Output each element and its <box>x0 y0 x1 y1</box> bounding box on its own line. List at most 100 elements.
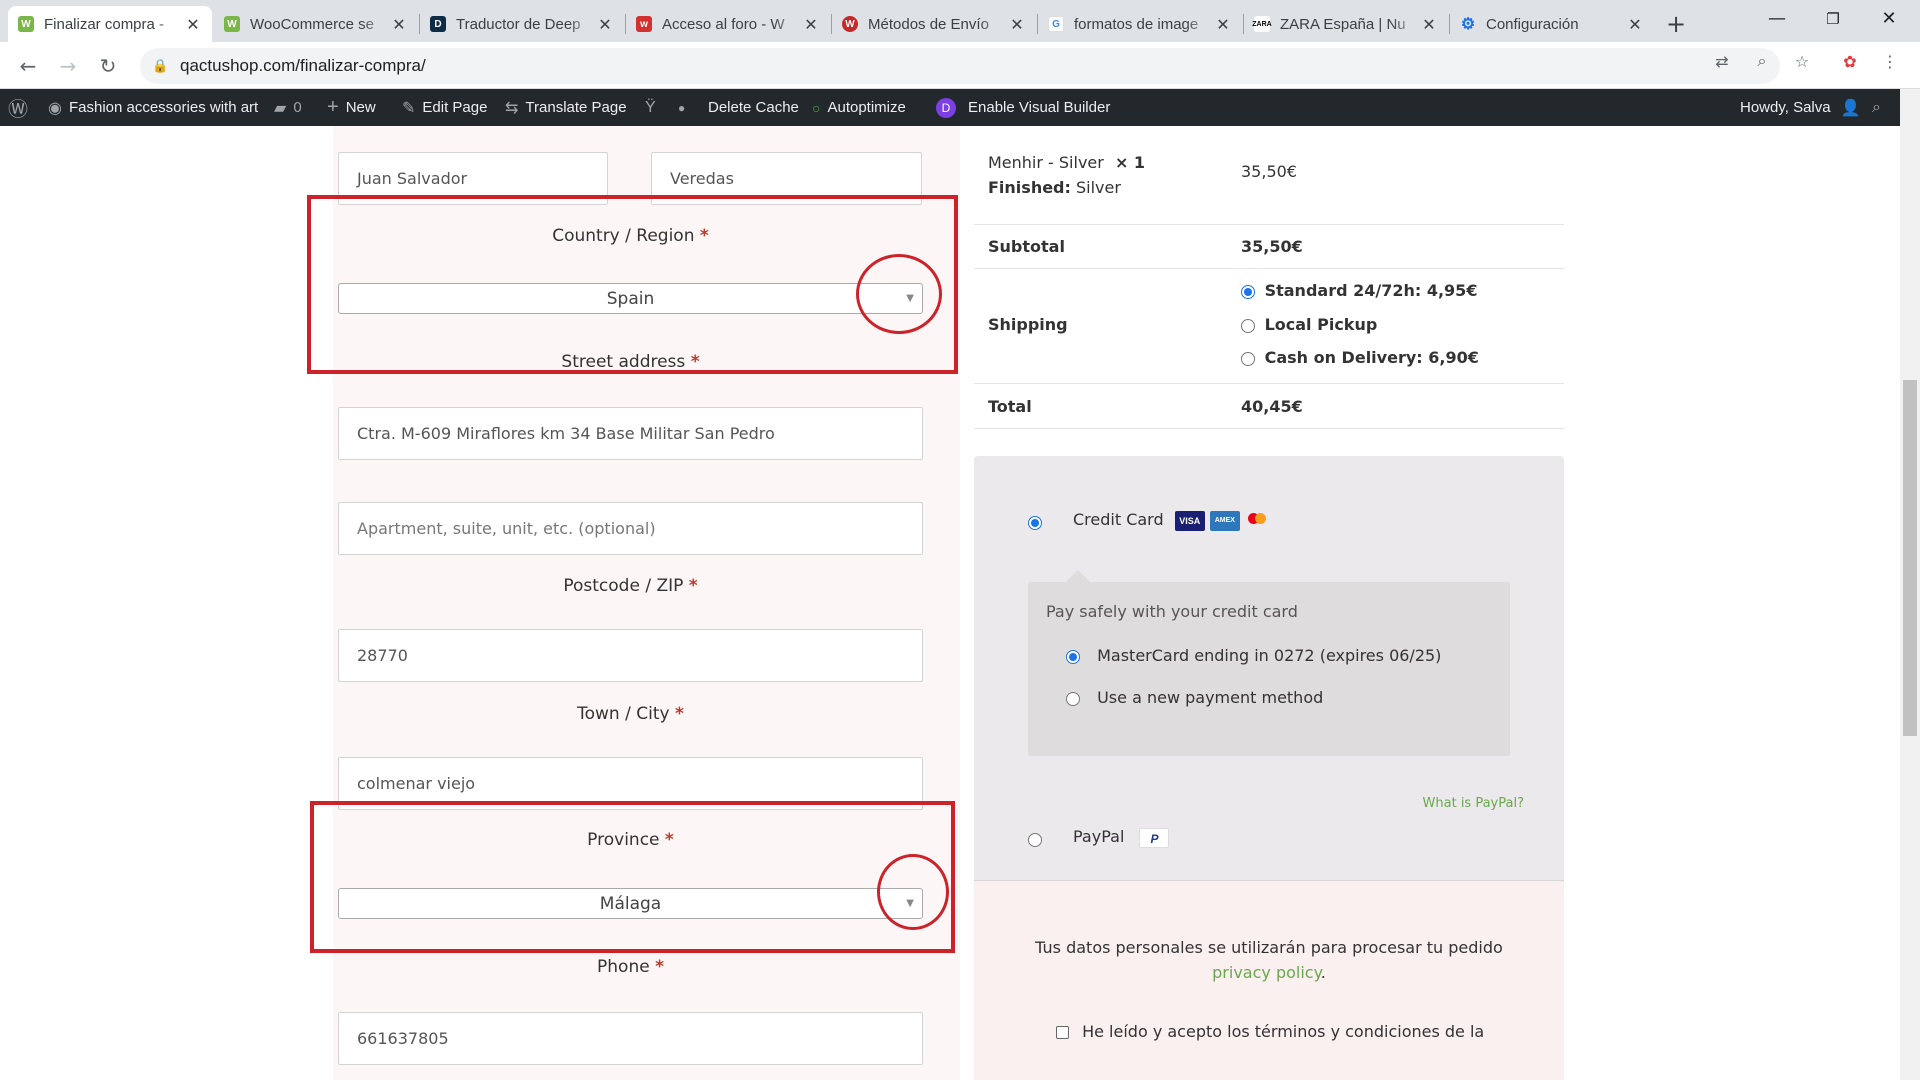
radio-selected[interactable] <box>1028 515 1042 530</box>
menu-icon[interactable]: ⋮ <box>1880 51 1900 71</box>
search-icon[interactable]: ⌕ <box>1872 89 1881 126</box>
shipping-option-local-pickup[interactable]: Local Pickup <box>1241 315 1377 334</box>
tab-metodos-envio[interactable]: W Métodos de Envío ✕ <box>832 6 1036 42</box>
close-icon[interactable]: ✕ <box>596 15 614 34</box>
edit-page-link[interactable]: ✎ Edit Page <box>402 89 487 126</box>
google-icon: G <box>1048 16 1064 32</box>
credit-card-label-row[interactable]: Credit Card VISA AMEX <box>1073 510 1269 531</box>
tab-finalizar-compra[interactable]: W Finalizar compra - ✕ <box>8 6 212 42</box>
tab-deepl[interactable]: D Traductor de Deep ✕ <box>420 6 624 42</box>
edit-page-label: Edit Page <box>422 99 488 116</box>
restore-button[interactable]: ❐ <box>1810 4 1856 34</box>
what-is-paypal-link[interactable]: What is PayPal? <box>1423 796 1524 811</box>
pay-safely-text: Pay safely with your credit card <box>1046 602 1298 621</box>
shipping-row: Shipping Standard 24/72h: 4,95€ Local Pi… <box>974 268 1564 383</box>
shipping-option-standard[interactable]: Standard 24/72h: 4,95€ <box>1241 281 1477 300</box>
url-text: qactushop.com/finalizar-compra/ <box>180 56 426 75</box>
zara-icon: ZARA <box>1252 16 1272 32</box>
tab-configuracion[interactable]: ⚙ Configuración ✕ <box>1450 6 1654 42</box>
radio-unselected[interactable] <box>1066 691 1080 706</box>
wordpress-logo-icon[interactable]: Ⓦ <box>8 89 35 126</box>
page-scrollbar-thumb[interactable] <box>1903 380 1917 736</box>
close-icon[interactable]: ✕ <box>184 15 202 34</box>
postcode-input[interactable]: 28770 <box>338 629 923 682</box>
saved-card-option[interactable]: MasterCard ending in 0272 (expires 06/25… <box>1066 646 1441 665</box>
autoptimize-link[interactable]: ○ Autoptimize <box>812 89 906 126</box>
comments-link[interactable]: ▰ 0 <box>274 89 302 126</box>
product-name-cell: Menhir - Silver × 1 Finished: Silver <box>988 150 1145 200</box>
radio-unselected[interactable] <box>1241 351 1255 366</box>
browser-tab-strip: W Finalizar compra - ✕ W WooCommerce se … <box>0 0 1920 42</box>
woo-icon: W <box>224 16 240 32</box>
tab-title: Métodos de Envío <box>868 15 989 33</box>
privacy-policy-link[interactable]: privacy policy <box>1212 963 1321 982</box>
close-icon[interactable]: ✕ <box>1008 15 1026 34</box>
tab-title: ZARA España | Nu <box>1280 15 1406 33</box>
product-quantity: × 1 <box>1114 153 1146 172</box>
plus-icon: + <box>1665 10 1687 38</box>
reload-button[interactable]: ↻ <box>92 50 124 82</box>
close-icon[interactable]: ✕ <box>802 15 820 34</box>
radio-unselected[interactable] <box>1241 318 1255 333</box>
new-content-link[interactable]: + New <box>327 89 376 126</box>
paypal-label-row[interactable]: PayPal P <box>1073 827 1170 848</box>
woo-icon: W <box>18 16 34 32</box>
shipping-option-cod[interactable]: Cash on Delivery: 6,90€ <box>1241 348 1479 367</box>
avatar-icon: 👤 <box>1840 99 1861 117</box>
privacy-text: Tus datos personales se utilizarán para … <box>1035 938 1503 957</box>
required-asterisk: * <box>688 576 698 596</box>
delete-cache-link[interactable]: Delete Cache <box>708 89 799 126</box>
window-close-button[interactable]: ✕ <box>1866 4 1912 34</box>
terms-checkbox[interactable] <box>1056 1026 1069 1039</box>
forward-button[interactable]: → <box>52 50 84 82</box>
site-name-link[interactable]: ◉ Fashion accessories with art <box>48 89 258 126</box>
user-account-menu[interactable]: Howdy, Salva 👤 <box>1740 89 1861 126</box>
payment-option-paypal[interactable] <box>1028 829 1042 848</box>
site-icon: W <box>842 16 858 32</box>
comments-count: 0 <box>293 99 302 116</box>
dashboard-icon: ◉ <box>48 99 62 117</box>
tab-foro[interactable]: w Acceso al foro - W ✕ <box>626 6 830 42</box>
apartment-input[interactable]: Apartment, suite, unit, etc. (optional) <box>338 502 923 555</box>
tab-title: Acceso al foro - W <box>662 15 785 33</box>
phone-input[interactable]: 661637805 <box>338 1012 923 1065</box>
paypal-icon: P <box>1139 827 1170 848</box>
extension-icon[interactable]: ✿ <box>1840 51 1860 71</box>
close-icon[interactable]: ✕ <box>1214 15 1232 34</box>
tab-formatos-imagen[interactable]: G formatos de image ✕ <box>1038 6 1242 42</box>
address-bar[interactable]: 🔒 qactushop.com/finalizar-compra/ <box>140 48 1780 84</box>
zoom-icon[interactable]: ⌕ <box>1752 51 1772 71</box>
shipping-option-label: Standard 24/72h: 4,95€ <box>1264 281 1478 300</box>
payment-option-credit-card[interactable] <box>1028 512 1042 531</box>
close-icon[interactable]: ✕ <box>390 15 408 34</box>
new-tab-button[interactable]: + <box>1656 6 1696 42</box>
autoptimize-label: Autoptimize <box>827 99 906 116</box>
radio-selected[interactable] <box>1066 649 1080 664</box>
terms-checkbox-row[interactable]: He leído y acepto los términos y condici… <box>1056 1022 1484 1041</box>
bookmark-star-icon[interactable]: ☆ <box>1792 51 1812 71</box>
privacy-notice: Tus datos personales se utilizarán para … <box>1035 938 1503 982</box>
new-payment-method-option[interactable]: Use a new payment method <box>1066 688 1323 707</box>
mastercard-icon <box>1245 511 1269 531</box>
tab-title: formatos de image <box>1074 15 1199 33</box>
apartment-placeholder: Apartment, suite, unit, etc. (optional) <box>357 519 656 538</box>
minimize-button[interactable]: — <box>1754 4 1800 34</box>
checkout-page: Juan Salvador Veredas Country / Region *… <box>0 126 1900 1080</box>
close-icon[interactable]: ✕ <box>1626 15 1644 34</box>
tab-title: Traductor de Deep <box>456 15 581 33</box>
translate-icon[interactable]: ⇄ <box>1712 51 1732 71</box>
translate-page-link[interactable]: ⇆ Translate Page <box>505 89 627 126</box>
tab-woocommerce[interactable]: W WooCommerce se ✕ <box>214 6 418 42</box>
back-button[interactable]: ← <box>12 50 44 82</box>
tab-zara[interactable]: ZARA ZARA España | Nu ✕ <box>1244 6 1448 42</box>
close-icon[interactable]: ✕ <box>1420 15 1438 34</box>
city-label-text: Town / City <box>577 704 670 724</box>
visual-builder-link[interactable]: D Enable Visual Builder <box>936 89 1110 126</box>
tab-title: Configuración <box>1486 15 1579 33</box>
radio-selected[interactable] <box>1241 284 1255 299</box>
radio-unselected[interactable] <box>1028 832 1042 847</box>
street-address-input[interactable]: Ctra. M-609 Miraflores km 34 Base Milita… <box>338 407 923 460</box>
credit-card-details-box: Pay safely with your credit card MasterC… <box>1028 570 1510 756</box>
saved-card-label: MasterCard ending in 0272 (expires 06/25… <box>1097 646 1442 665</box>
yoast-icon[interactable]: Ÿ <box>645 89 663 126</box>
